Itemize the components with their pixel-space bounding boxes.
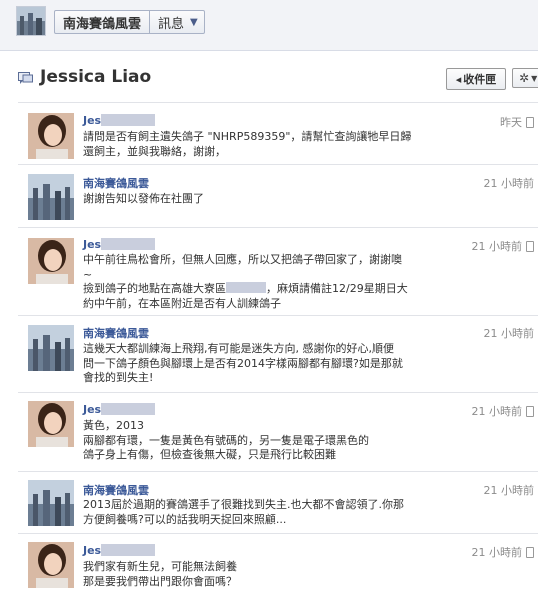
timestamp: 21 小時前 [472,403,534,419]
message-body: 中午前往鳥松會所，但無人回應，所以又把鴿子帶回家了，謝謝噢 ~ 撿到鴿子的地點在… [83,253,408,310]
mobile-phone-icon [526,405,534,417]
sender-name[interactable]: Jes [83,238,156,251]
top-bar: 南海賽鴿風雲 訊息 ▼ [0,0,538,51]
chat-bubble-icon [18,72,33,84]
thread-title: Jessica Liao [40,67,152,87]
chevron-down-icon: ▼ [531,73,538,83]
gear-menu-button[interactable]: ✲ ▼ [512,68,538,88]
avatar[interactable] [28,174,74,220]
message-list: Jes 昨天 請問是否有飼主遺失鴿子 "NHRP589359"，請幫忙查詢讓牠早… [18,102,538,604]
back-to-inbox-button[interactable]: ◂ 收件匣 [446,68,506,90]
inbox-label: 收件匣 [463,73,497,86]
page-thumbnail[interactable] [16,6,46,36]
timestamp: 昨天 [500,114,534,130]
sender-name[interactable]: Jes [83,403,156,416]
message-body: 謝謝告知以發佈在社團了 [83,192,204,205]
page-selector[interactable]: 南海賽鴿風雲 訊息 ▼ [54,10,205,34]
message-body: 我們家有新生兒，可能無法飼養 那是要我們帶出門跟你會面嗎？ [83,560,237,588]
mobile-phone-icon [526,116,534,128]
message-body: 黃色，2013 兩腳都有環，一隻是黃色有號碼的，另一隻是電子環黑色的 鴿子身上有… [83,419,369,461]
message-item: 南海賽鴿風雲 21 小時前 2013屆於過期的賽鴿選手了很難找到失主.也大都不會… [18,472,538,534]
mobile-phone-icon [526,240,534,252]
avatar[interactable] [28,113,74,159]
redacted-text [226,282,266,293]
sender-name[interactable]: 南海賽鴿風雲 [83,482,149,498]
redacted-name [101,403,156,415]
avatar[interactable] [28,480,74,526]
redacted-name [101,114,156,126]
redacted-name [101,238,156,250]
avatar[interactable] [28,325,74,371]
timestamp: 21 小時前 [472,238,534,254]
timestamp: 21 小時前 [472,544,534,560]
sender-name[interactable]: 南海賽鴿風雲 [83,175,149,191]
avatar[interactable] [28,401,74,447]
sender-name[interactable]: 南海賽鴿風雲 [83,325,149,341]
message-body: 2013屆於過期的賽鴿選手了很難找到失主.也大都不會認領了.你那 方便飼養嗎?可… [83,498,404,526]
message-item: Jes 昨天 請問是否有飼主遺失鴿子 "NHRP589359"，請幫忙查詢讓牠早… [18,103,538,165]
sender-name[interactable]: Jes [83,544,156,557]
timestamp: 21 小時前 [483,484,535,497]
timestamp: 21 小時前 [483,177,535,190]
redacted-name [101,544,156,556]
avatar[interactable] [28,542,74,588]
message-item: Jes 21 小時前 中午前往鳥松會所，但無人回應，所以又把鴿子帶回家了，謝謝噢… [18,228,538,316]
page-name: 南海賽鴿風雲 [63,16,142,32]
back-arrow-icon: ◂ [455,72,462,86]
mobile-phone-icon [526,546,534,558]
avatar[interactable] [28,238,74,284]
thread-header: Jessica Liao ◂ 收件匣 ✲ ▼ [0,56,538,102]
message-item: 南海賽鴿風雲 21 小時前 這幾天大都訓練海上飛翔,有可能是迷失方向, 感謝你的… [18,316,538,393]
mode-label: 訊息 [158,16,185,32]
message-item: 南海賽鴿風雲 21 小時前 謝謝告知以發佈在社團了 [18,165,538,228]
sender-name[interactable]: Jes [83,114,156,127]
message-body: 請問是否有飼主遺失鴿子 "NHRP589359"，請幫忙查詢讓牠早日歸 還飼主，… [83,130,412,158]
message-item: Jes 21 小時前 我們家有新生兒，可能無法飼養 那是要我們帶出門跟你會面嗎？ [18,534,538,604]
message-item: Jes 21 小時前 黃色，2013 兩腳都有環，一隻是黃色有號碼的，另一隻是電… [18,393,538,472]
message-body: 這幾天大都訓練海上飛翔,有可能是迷失方向, 感謝你的好心,順便 問一下鴿子顏色與… [83,342,403,384]
chevron-down-icon: ▼ [190,16,198,28]
timestamp: 21 小時前 [483,327,535,340]
gear-icon: ✲ [519,71,530,85]
